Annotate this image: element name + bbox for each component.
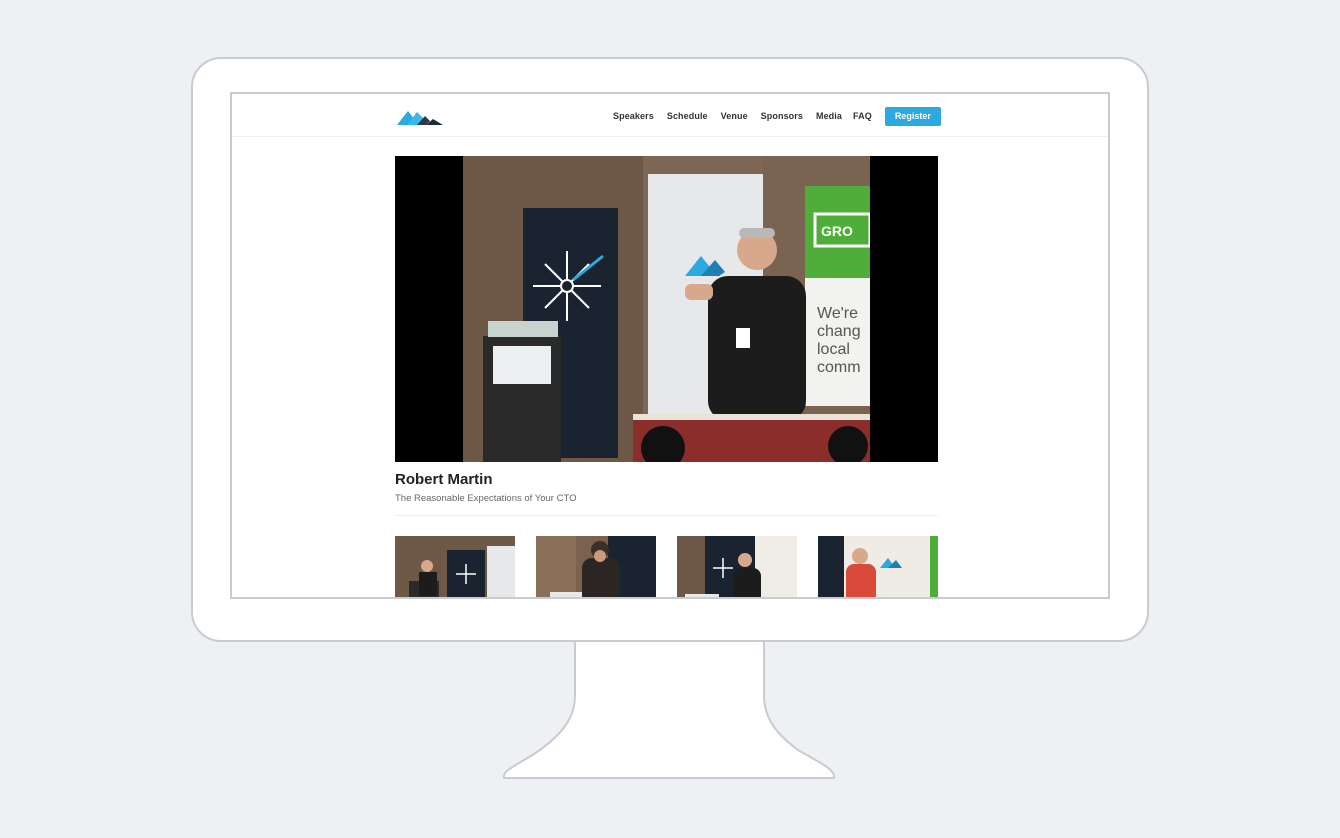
section-divider bbox=[395, 515, 938, 516]
svg-text:We're: We're bbox=[817, 305, 858, 322]
video-thumbnail[interactable] bbox=[395, 536, 515, 597]
video-scene: GRO We're chang local comm bbox=[463, 156, 870, 462]
video-frame: GRO We're chang local comm bbox=[463, 156, 870, 462]
video-thumbnail[interactable] bbox=[677, 536, 797, 597]
svg-text:local: local bbox=[817, 341, 850, 358]
nav-sponsors[interactable]: Sponsors bbox=[761, 111, 803, 121]
video-thumbnails bbox=[395, 536, 938, 597]
site-logo[interactable] bbox=[397, 107, 443, 125]
nav-schedule[interactable]: Schedule bbox=[667, 111, 708, 121]
video-player[interactable]: GRO We're chang local comm bbox=[395, 156, 938, 462]
svg-text:GRO: GRO bbox=[821, 223, 853, 239]
svg-text:comm: comm bbox=[817, 359, 861, 376]
monitor-stand bbox=[502, 642, 836, 779]
nav-faq[interactable]: FAQ bbox=[853, 111, 872, 121]
video-thumbnail[interactable] bbox=[536, 536, 656, 597]
nav-venue[interactable]: Venue bbox=[721, 111, 748, 121]
talk-title: The Reasonable Expectations of Your CTO bbox=[395, 493, 577, 504]
nav-speakers[interactable]: Speakers bbox=[613, 111, 654, 121]
main-nav: Speakers Schedule Venue Sponsors Media F… bbox=[613, 106, 941, 126]
svg-text:chang: chang bbox=[817, 323, 861, 340]
register-button[interactable]: Register bbox=[884, 106, 941, 126]
browser-screen: Speakers Schedule Venue Sponsors Media F… bbox=[230, 92, 1110, 599]
speaker-name: Robert Martin bbox=[395, 471, 493, 488]
site-header: Speakers Schedule Venue Sponsors Media F… bbox=[232, 94, 1108, 137]
nav-media[interactable]: Media bbox=[816, 111, 842, 121]
video-thumbnail[interactable] bbox=[818, 536, 938, 597]
